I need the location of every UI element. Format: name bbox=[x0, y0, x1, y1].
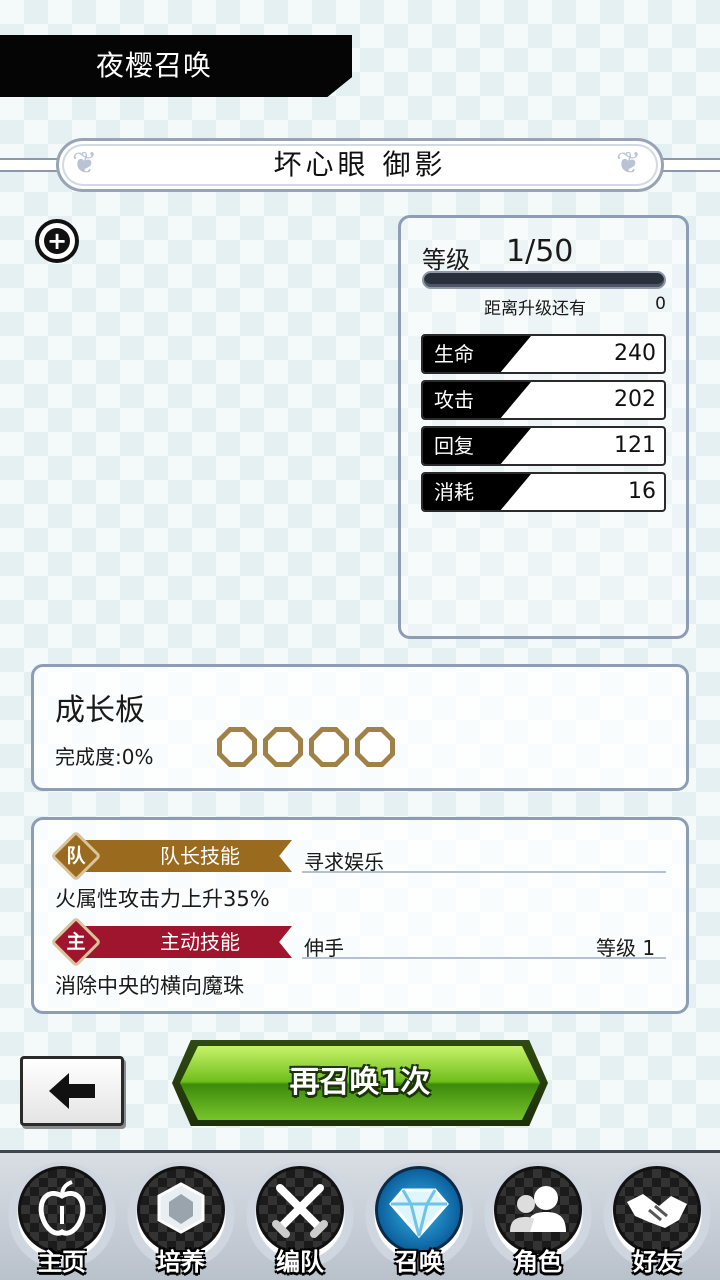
exp-value: 0 bbox=[655, 294, 666, 314]
stat-row-attack: 攻击 202 bbox=[421, 380, 666, 420]
zoom-button[interactable]: + bbox=[35, 219, 79, 263]
stat-label: 回复 bbox=[434, 434, 474, 458]
level-value: 1/50 bbox=[506, 234, 574, 269]
leader-badge-label: 队 bbox=[66, 845, 86, 867]
stat-row-recovery: 回复 121 bbox=[421, 426, 666, 466]
stat-label: 攻击 bbox=[434, 388, 474, 412]
divider bbox=[302, 871, 666, 873]
growth-completion: 完成度:0% bbox=[55, 745, 154, 769]
nav-label: 培养 bbox=[157, 1248, 205, 1276]
character-name: 坏心眼 御影 bbox=[273, 148, 447, 181]
active-skill-tag: 主动技能 bbox=[78, 926, 292, 958]
back-button[interactable] bbox=[20, 1056, 124, 1126]
stat-value: 240 bbox=[614, 341, 656, 366]
crossed-swords-icon bbox=[256, 1166, 344, 1254]
exp-label: 距离升级还有 bbox=[484, 299, 586, 319]
people-icon bbox=[494, 1166, 582, 1254]
stat-value: 16 bbox=[628, 479, 656, 504]
stat-value: 202 bbox=[614, 387, 656, 412]
gem-icon bbox=[137, 1166, 225, 1254]
nav-item-friends[interactable]: 好友 bbox=[599, 1156, 715, 1280]
stat-label: 消耗 bbox=[434, 480, 474, 504]
growth-slot-icon bbox=[263, 727, 303, 767]
stat-value: 121 bbox=[614, 433, 656, 458]
leader-skill-tag: 队长技能 bbox=[78, 840, 292, 872]
exp-bar bbox=[422, 271, 666, 289]
divider bbox=[302, 957, 666, 959]
growth-slot-icon bbox=[355, 727, 395, 767]
nav-item-home[interactable]: 主页 bbox=[4, 1156, 120, 1280]
growth-slot-icon bbox=[309, 727, 349, 767]
stat-row-hp: 生命 240 bbox=[421, 334, 666, 374]
handshake-icon bbox=[613, 1166, 701, 1254]
arrow-left-icon bbox=[49, 1073, 95, 1109]
nav-item-team[interactable]: 编队 bbox=[242, 1156, 358, 1280]
page-title: 夜樱召唤 bbox=[96, 49, 213, 82]
nav-item-train[interactable]: 培养 bbox=[123, 1156, 239, 1280]
diamond-icon bbox=[375, 1166, 463, 1254]
nav-item-characters[interactable]: 角色 bbox=[480, 1156, 596, 1280]
leader-skill-description: 火属性攻击力上升35% bbox=[55, 887, 270, 911]
nav-label: 主页 bbox=[38, 1248, 86, 1276]
nav-label: 角色 bbox=[514, 1248, 562, 1276]
level-label: 等级 bbox=[422, 246, 470, 274]
nav-label: 召唤 bbox=[395, 1248, 443, 1276]
nav-item-summon[interactable]: 召唤 bbox=[361, 1156, 477, 1280]
nav-label: 编队 bbox=[276, 1248, 324, 1276]
nav-label: 好友 bbox=[633, 1248, 681, 1276]
active-skill-description: 消除中央的横向魔珠 bbox=[55, 974, 244, 998]
active-badge-label: 主 bbox=[66, 931, 86, 953]
growth-slot-icon bbox=[217, 727, 257, 767]
apple-icon bbox=[18, 1166, 106, 1254]
stat-row-cost: 消耗 16 bbox=[421, 472, 666, 512]
stat-label: 生命 bbox=[434, 342, 474, 366]
growth-board-title: 成长板 bbox=[55, 693, 145, 728]
resummon-label[interactable]: 再召唤1次 bbox=[180, 1046, 540, 1120]
zoom-in-icon: + bbox=[44, 228, 70, 254]
